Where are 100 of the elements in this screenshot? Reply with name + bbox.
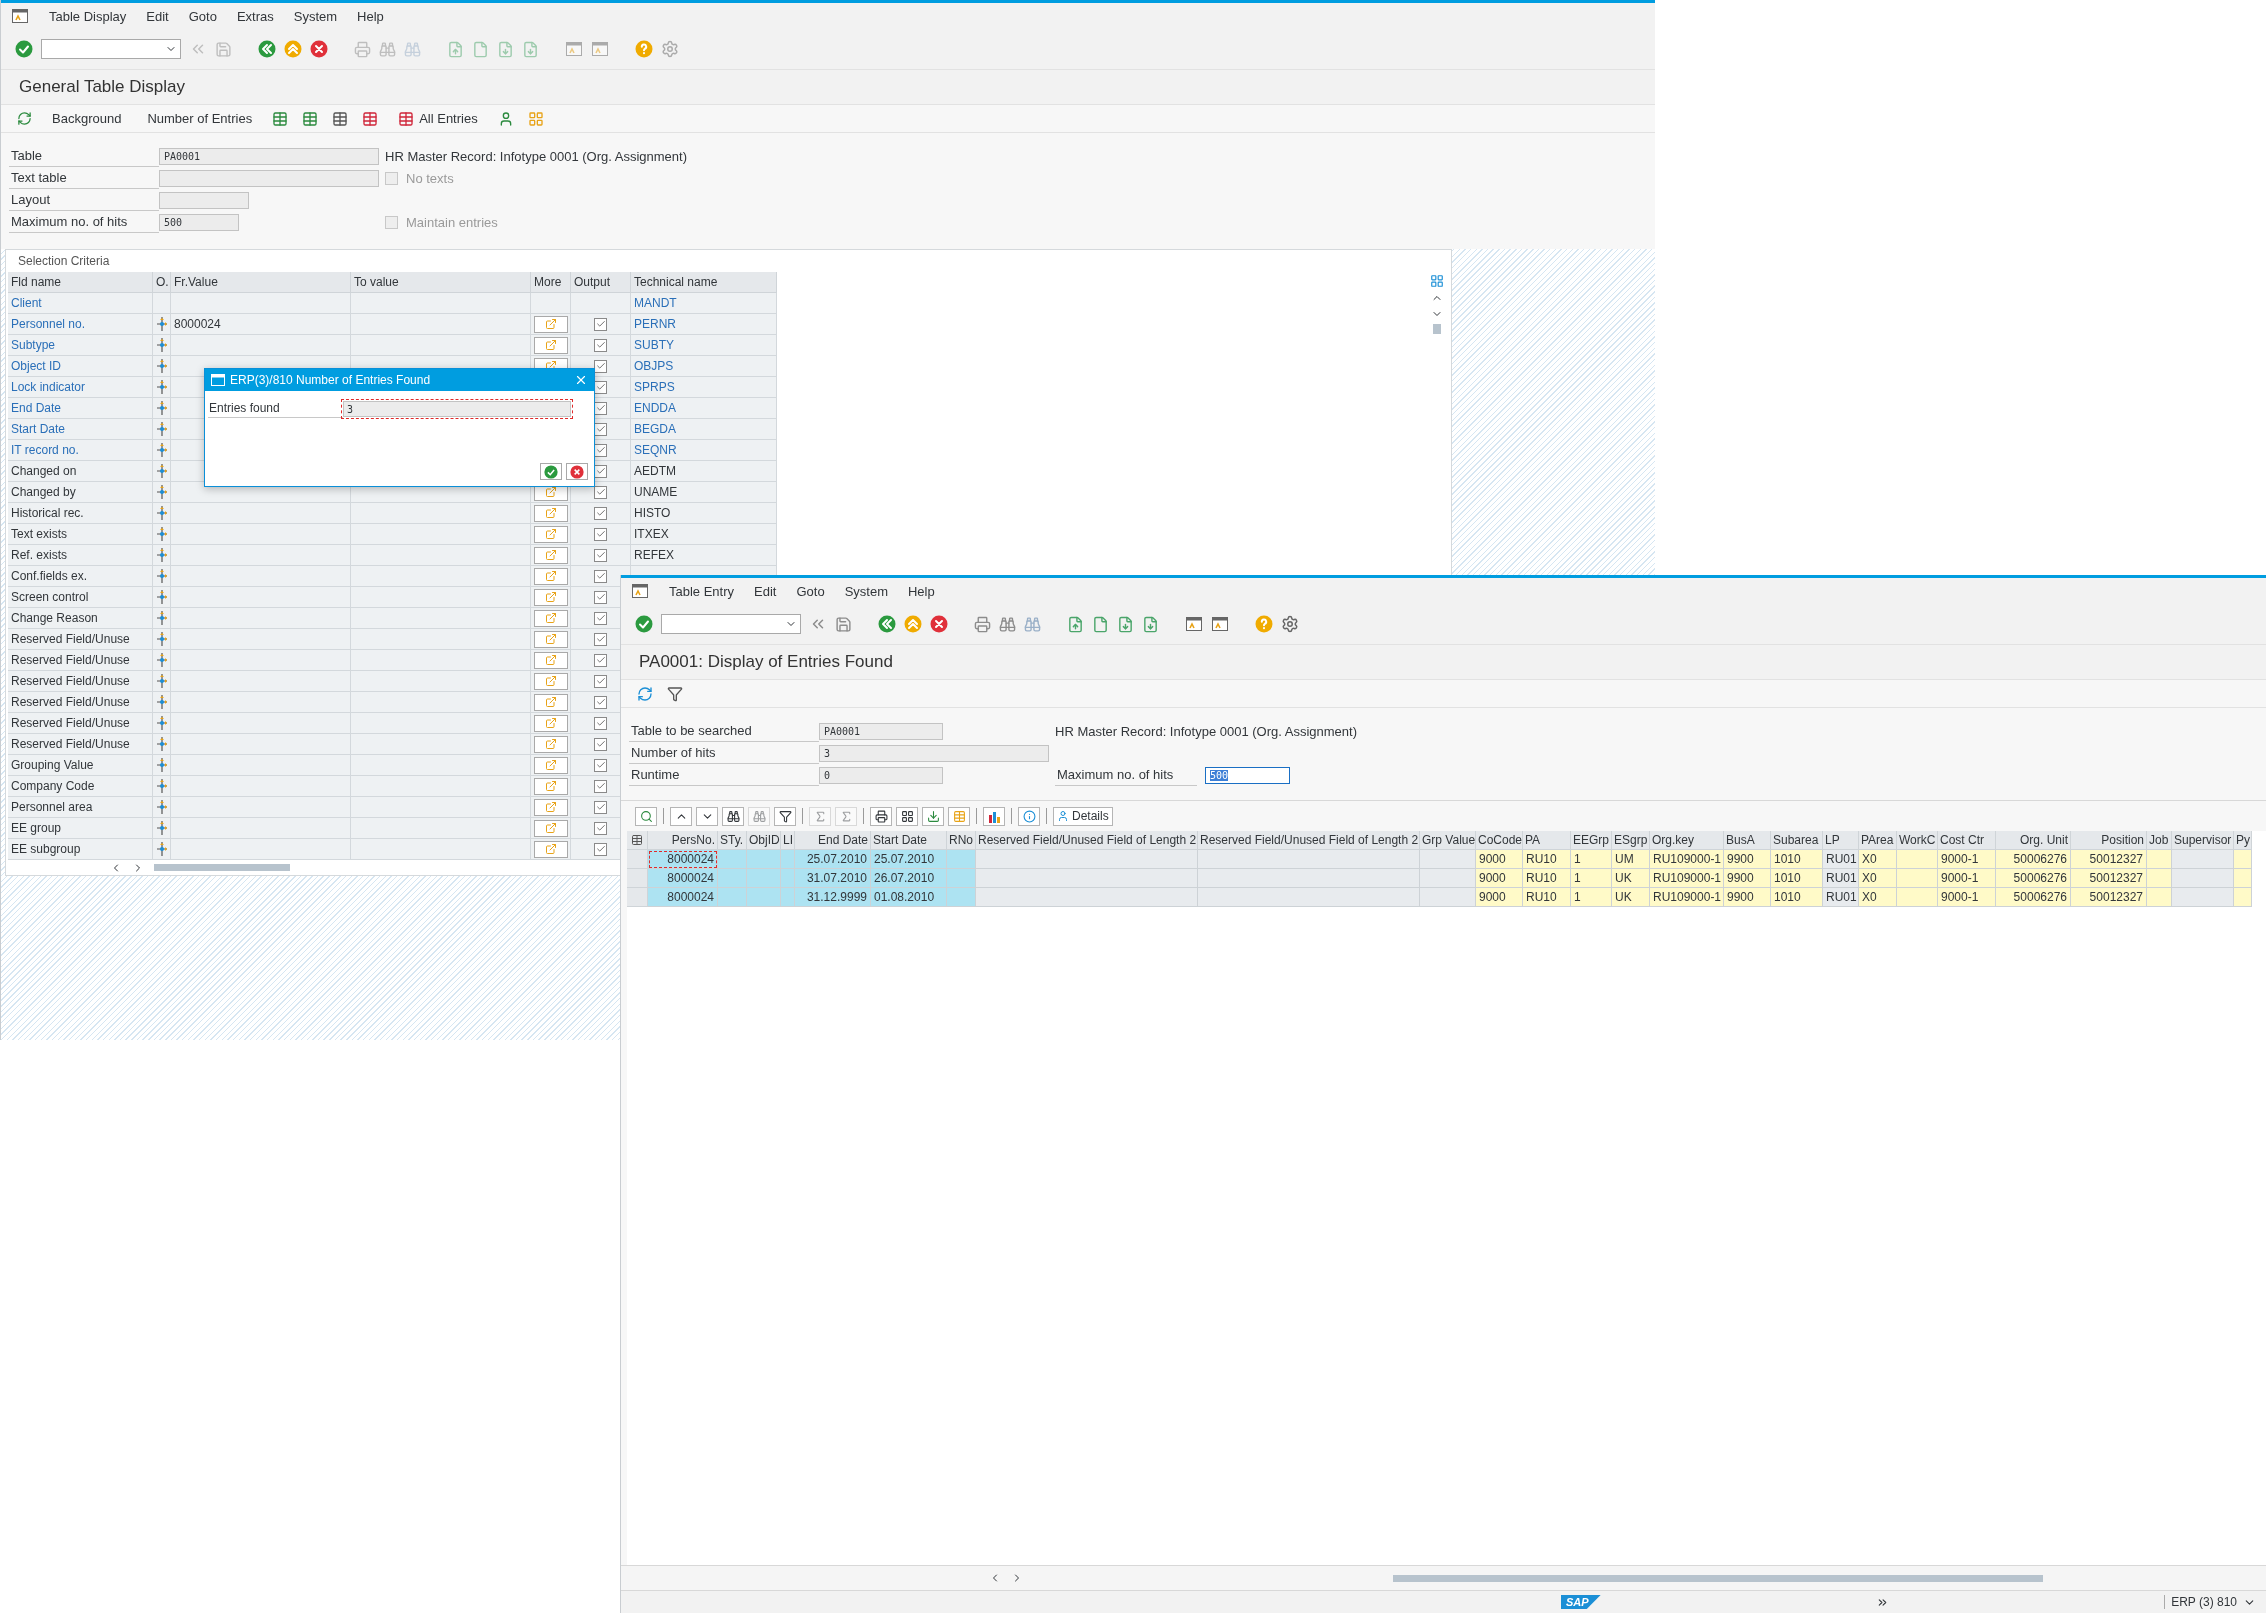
to-value-field[interactable]	[351, 671, 531, 692]
input-field[interactable]: PA0001	[819, 722, 943, 740]
cancel-icon[interactable]	[310, 40, 328, 58]
scrollbar-thumb[interactable]	[1433, 324, 1441, 334]
column-header[interactable]: LP	[1823, 831, 1859, 850]
column-header[interactable]: Reserved Field/Unused Field of Length 2	[1198, 831, 1420, 850]
menu-item[interactable]: Help	[908, 583, 935, 599]
table-delete-icon[interactable]	[362, 110, 379, 127]
close-icon[interactable]	[574, 373, 588, 387]
input-field[interactable]: 500	[1205, 766, 1290, 784]
scrollbar-thumb[interactable]	[154, 864, 290, 871]
checkbox[interactable]	[594, 632, 607, 646]
input-field[interactable]: 0	[819, 766, 943, 784]
to-value-field[interactable]	[351, 839, 531, 860]
menu-item[interactable]: Edit	[146, 8, 169, 24]
column-header[interactable]: ESgrp	[1612, 831, 1650, 850]
from-value-field[interactable]	[171, 734, 351, 755]
page-down-icon[interactable]	[1117, 615, 1134, 633]
table-select-icon[interactable]	[272, 110, 289, 127]
column-header[interactable]: End Date	[795, 831, 871, 850]
page-icon[interactable]	[472, 40, 489, 58]
from-value-field[interactable]	[171, 608, 351, 629]
execute-icon[interactable]	[17, 111, 32, 126]
sort-ascending-button[interactable]	[670, 806, 692, 826]
from-value-field[interactable]	[171, 776, 351, 797]
column-header[interactable]: PA	[1523, 831, 1571, 850]
sum-button[interactable]	[809, 806, 831, 826]
column-header[interactable]: Job	[2147, 831, 2172, 850]
menu-item[interactable]: Help	[357, 8, 384, 24]
input-field[interactable]: 3	[343, 400, 571, 417]
new-window-icon[interactable]	[1185, 615, 1203, 633]
from-value-field[interactable]	[171, 545, 351, 566]
to-value-field[interactable]	[351, 566, 531, 587]
checkbox[interactable]	[594, 338, 607, 352]
checkbox[interactable]	[594, 779, 607, 793]
search-next-icon[interactable]	[1024, 615, 1041, 633]
table-select-icon[interactable]	[302, 110, 319, 127]
refresh-icon[interactable]	[637, 685, 653, 702]
settings-icon[interactable]	[1281, 615, 1299, 633]
to-value-field[interactable]	[351, 293, 531, 314]
checkbox[interactable]	[594, 611, 607, 625]
to-value-field[interactable]	[351, 650, 531, 671]
column-header[interactable]: Reserved Field/Unused Field of Length 2	[976, 831, 1198, 850]
menu-item[interactable]: Table Entry	[669, 583, 735, 599]
confirm-button[interactable]	[540, 463, 562, 480]
to-value-field[interactable]	[351, 776, 531, 797]
to-value-field[interactable]	[351, 734, 531, 755]
to-value-field[interactable]	[351, 587, 531, 608]
shortcut-window-icon[interactable]	[1211, 615, 1229, 633]
to-value-field[interactable]	[351, 692, 531, 713]
input-field[interactable]: 500	[159, 213, 239, 231]
page-up-icon[interactable]	[447, 40, 464, 58]
window-menu-icon[interactable]	[11, 7, 29, 25]
from-value-field[interactable]	[171, 671, 351, 692]
chart-button[interactable]	[983, 806, 1005, 826]
checkbox[interactable]	[594, 506, 607, 520]
checkbox[interactable]	[594, 821, 607, 835]
info-button[interactable]	[1018, 806, 1040, 826]
print-button[interactable]	[870, 806, 892, 826]
menu-item[interactable]: Goto	[188, 8, 217, 24]
save-icon[interactable]	[215, 40, 232, 58]
details-icon-button[interactable]	[635, 806, 657, 826]
column-header[interactable]: EEGrp	[1571, 831, 1612, 850]
table-settings-icon[interactable]	[1430, 274, 1444, 288]
help-icon[interactable]	[1255, 615, 1273, 633]
exit-icon[interactable]	[284, 40, 302, 58]
page-up-icon[interactable]	[1067, 615, 1084, 633]
to-value-field[interactable]	[351, 755, 531, 776]
column-header[interactable]: Start Date	[871, 831, 947, 850]
checkbox[interactable]	[594, 842, 607, 856]
select-all-icon[interactable]	[631, 834, 643, 846]
column-header[interactable]: STy.	[718, 831, 747, 850]
input-field[interactable]	[159, 169, 379, 187]
checkbox[interactable]	[594, 737, 607, 751]
find-button[interactable]	[722, 806, 744, 826]
views-button[interactable]	[896, 806, 918, 826]
column-header[interactable]: PersNo.	[648, 831, 718, 850]
column-header[interactable]: BusA	[1724, 831, 1771, 850]
input-field[interactable]: 3	[819, 744, 1049, 762]
toolbar-button[interactable]: Background	[46, 109, 128, 128]
column-header[interactable]: RNo	[947, 831, 976, 850]
back-icon[interactable]	[258, 40, 276, 58]
back-icon[interactable]	[878, 615, 896, 633]
from-value-field[interactable]: 8000024	[171, 314, 351, 335]
to-value-field[interactable]	[351, 503, 531, 524]
column-header[interactable]: ObjID	[747, 831, 781, 850]
column-header[interactable]: Py	[2234, 831, 2252, 850]
from-value-field[interactable]	[171, 524, 351, 545]
menu-item[interactable]: Goto	[796, 583, 825, 599]
subtotal-button[interactable]	[835, 806, 857, 826]
input-field[interactable]: PA0001	[159, 147, 379, 165]
checkbox[interactable]	[594, 758, 607, 772]
checkbox[interactable]	[594, 548, 607, 562]
to-value-field[interactable]	[351, 818, 531, 839]
checkbox[interactable]	[594, 527, 607, 541]
to-value-field[interactable]	[351, 524, 531, 545]
to-value-field[interactable]	[351, 314, 531, 335]
column-header[interactable]: Position	[2071, 831, 2147, 850]
to-value-field[interactable]	[351, 335, 531, 356]
input-field[interactable]	[159, 191, 249, 209]
